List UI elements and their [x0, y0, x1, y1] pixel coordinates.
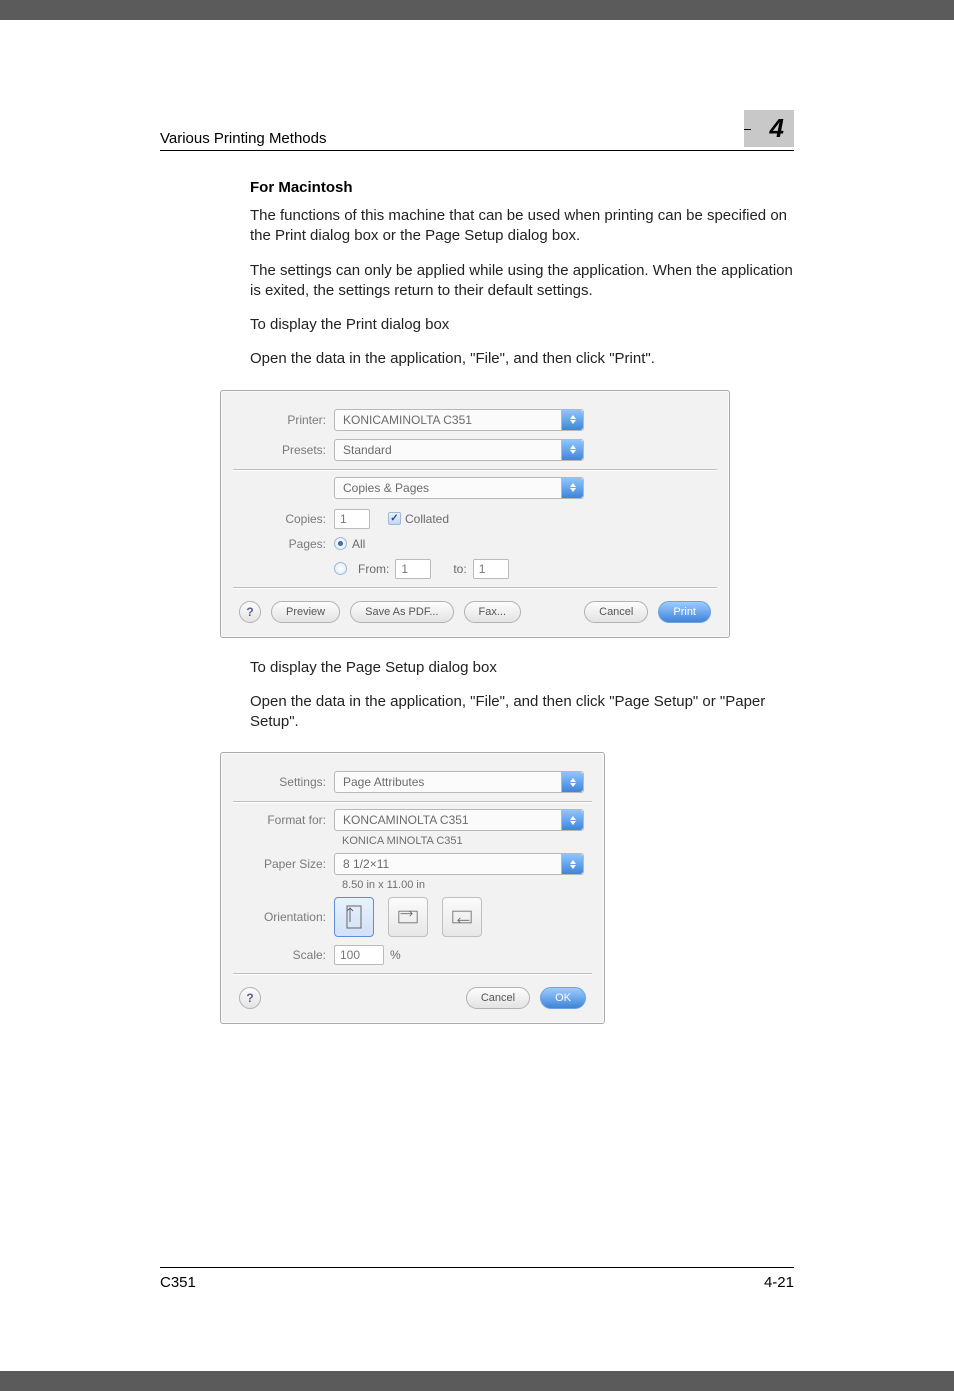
- footer-page-number: 4-21: [764, 1274, 794, 1291]
- row-copies: Copies: ✓ Collated: [239, 509, 711, 529]
- landscape-left-icon: [398, 905, 418, 929]
- help-button[interactable]: ?: [239, 987, 261, 1009]
- cancel-button[interactable]: Cancel: [584, 601, 648, 623]
- format-for-select[interactable]: KONCAMINOLTA C351: [334, 809, 584, 831]
- updown-icon: [561, 772, 583, 792]
- label-orientation: Orientation:: [239, 910, 334, 924]
- paragraph: To display the Page Setup dialog box: [250, 658, 794, 678]
- orientation-landscape-right[interactable]: [442, 897, 482, 937]
- collated-checkbox[interactable]: ✓: [388, 512, 401, 525]
- paper-size-sublabel: 8.50 in x 11.00 in: [342, 879, 586, 891]
- label-copies: Copies:: [239, 512, 334, 526]
- row-presets: Presets: Standard: [239, 439, 711, 461]
- paragraph: The functions of this machine that can b…: [250, 206, 794, 247]
- row-orientation: Orientation:: [239, 897, 586, 937]
- row-pages: Pages: All: [239, 537, 711, 551]
- from-input[interactable]: [395, 559, 431, 579]
- cancel-button[interactable]: Cancel: [466, 987, 530, 1009]
- subheading: For Macintosh: [250, 179, 794, 196]
- pages-range-radio[interactable]: [334, 562, 347, 575]
- updown-icon: [561, 810, 583, 830]
- collated-label: Collated: [405, 512, 449, 526]
- help-button[interactable]: ?: [239, 601, 261, 623]
- scale-input[interactable]: [334, 945, 384, 965]
- running-header: Various Printing Methods 4: [160, 110, 794, 151]
- ok-button[interactable]: OK: [540, 987, 586, 1009]
- label-settings: Settings:: [239, 775, 334, 789]
- page-footer: C351 4-21: [160, 1267, 794, 1291]
- chapter-chip: 4: [744, 110, 794, 147]
- body-column: For Macintosh The functions of this mach…: [250, 179, 794, 1024]
- page: Various Printing Methods 4 For Macintosh…: [0, 20, 954, 1371]
- label-pages: Pages:: [239, 537, 334, 551]
- updown-icon: [561, 410, 583, 430]
- print-button-row: ? Preview Save As PDF... Fax... Cancel P…: [239, 601, 711, 623]
- settings-select[interactable]: Page Attributes: [334, 771, 584, 793]
- to-input[interactable]: [473, 559, 509, 579]
- row-panel: Copies & Pages: [334, 477, 711, 499]
- fax-button[interactable]: Fax...: [464, 601, 522, 623]
- settings-value: Page Attributes: [343, 775, 424, 789]
- paper-size-select[interactable]: 8 1/2×11: [334, 853, 584, 875]
- row-printer: Printer: KONICAMINOLTA C351: [239, 409, 711, 431]
- label-printer: Printer:: [239, 413, 334, 427]
- scale-unit: %: [390, 948, 401, 962]
- chapter-number: 4: [770, 113, 784, 144]
- pages-all-label: All: [352, 537, 365, 551]
- paragraph: The settings can only be applied while u…: [250, 261, 794, 302]
- label-paper-size: Paper Size:: [239, 857, 334, 871]
- paragraph: Open the data in the application, "File"…: [250, 349, 794, 369]
- orientation-portrait[interactable]: [334, 897, 374, 937]
- divider: [233, 801, 592, 803]
- printer-value: KONICAMINOLTA C351: [343, 413, 472, 427]
- label-scale: Scale:: [239, 948, 334, 962]
- row-scale: Scale: %: [239, 945, 586, 965]
- divider: [233, 973, 592, 975]
- orientation-landscape-left[interactable]: [388, 897, 428, 937]
- paragraph: To display the Print dialog box: [250, 315, 794, 335]
- format-for-value: KONCAMINOLTA C351: [343, 813, 469, 827]
- running-title: Various Printing Methods: [160, 130, 326, 147]
- paper-size-value: 8 1/2×11: [343, 857, 389, 871]
- print-dialog: Printer: KONICAMINOLTA C351 Presets: Sta…: [220, 390, 730, 638]
- divider: [233, 587, 717, 589]
- landscape-right-icon: [452, 905, 472, 929]
- panel-select[interactable]: Copies & Pages: [334, 477, 584, 499]
- divider: [233, 469, 717, 471]
- footer-model: C351: [160, 1274, 196, 1291]
- row-paper-size: Paper Size: 8 1/2×11: [239, 853, 586, 875]
- presets-value: Standard: [343, 443, 392, 457]
- label-format-for: Format for:: [239, 813, 334, 827]
- printer-select[interactable]: KONICAMINOLTA C351: [334, 409, 584, 431]
- page-setup-dialog: Settings: Page Attributes Format for: KO…: [220, 752, 605, 1024]
- content-area: Various Printing Methods 4 For Macintosh…: [160, 110, 794, 1024]
- print-button[interactable]: Print: [658, 601, 711, 623]
- row-pages-from: From: to:: [239, 559, 711, 579]
- to-label: to:: [453, 562, 466, 576]
- pagesetup-button-row: ? Cancel OK: [239, 987, 586, 1009]
- paragraph: Open the data in the application, "File"…: [250, 692, 794, 733]
- updown-icon: [561, 478, 583, 498]
- printer-model-sublabel: KONICA MINOLTA C351: [342, 835, 586, 847]
- row-format-for: Format for: KONCAMINOLTA C351: [239, 809, 586, 831]
- label-presets: Presets:: [239, 443, 334, 457]
- preview-button[interactable]: Preview: [271, 601, 340, 623]
- pages-all-radio[interactable]: [334, 537, 347, 550]
- copies-input[interactable]: [334, 509, 370, 529]
- from-label: From:: [358, 562, 389, 576]
- save-as-pdf-button[interactable]: Save As PDF...: [350, 601, 453, 623]
- presets-select[interactable]: Standard: [334, 439, 584, 461]
- panel-value: Copies & Pages: [343, 481, 429, 495]
- updown-icon: [561, 854, 583, 874]
- updown-icon: [561, 440, 583, 460]
- portrait-icon: [344, 905, 364, 929]
- row-settings: Settings: Page Attributes: [239, 771, 586, 793]
